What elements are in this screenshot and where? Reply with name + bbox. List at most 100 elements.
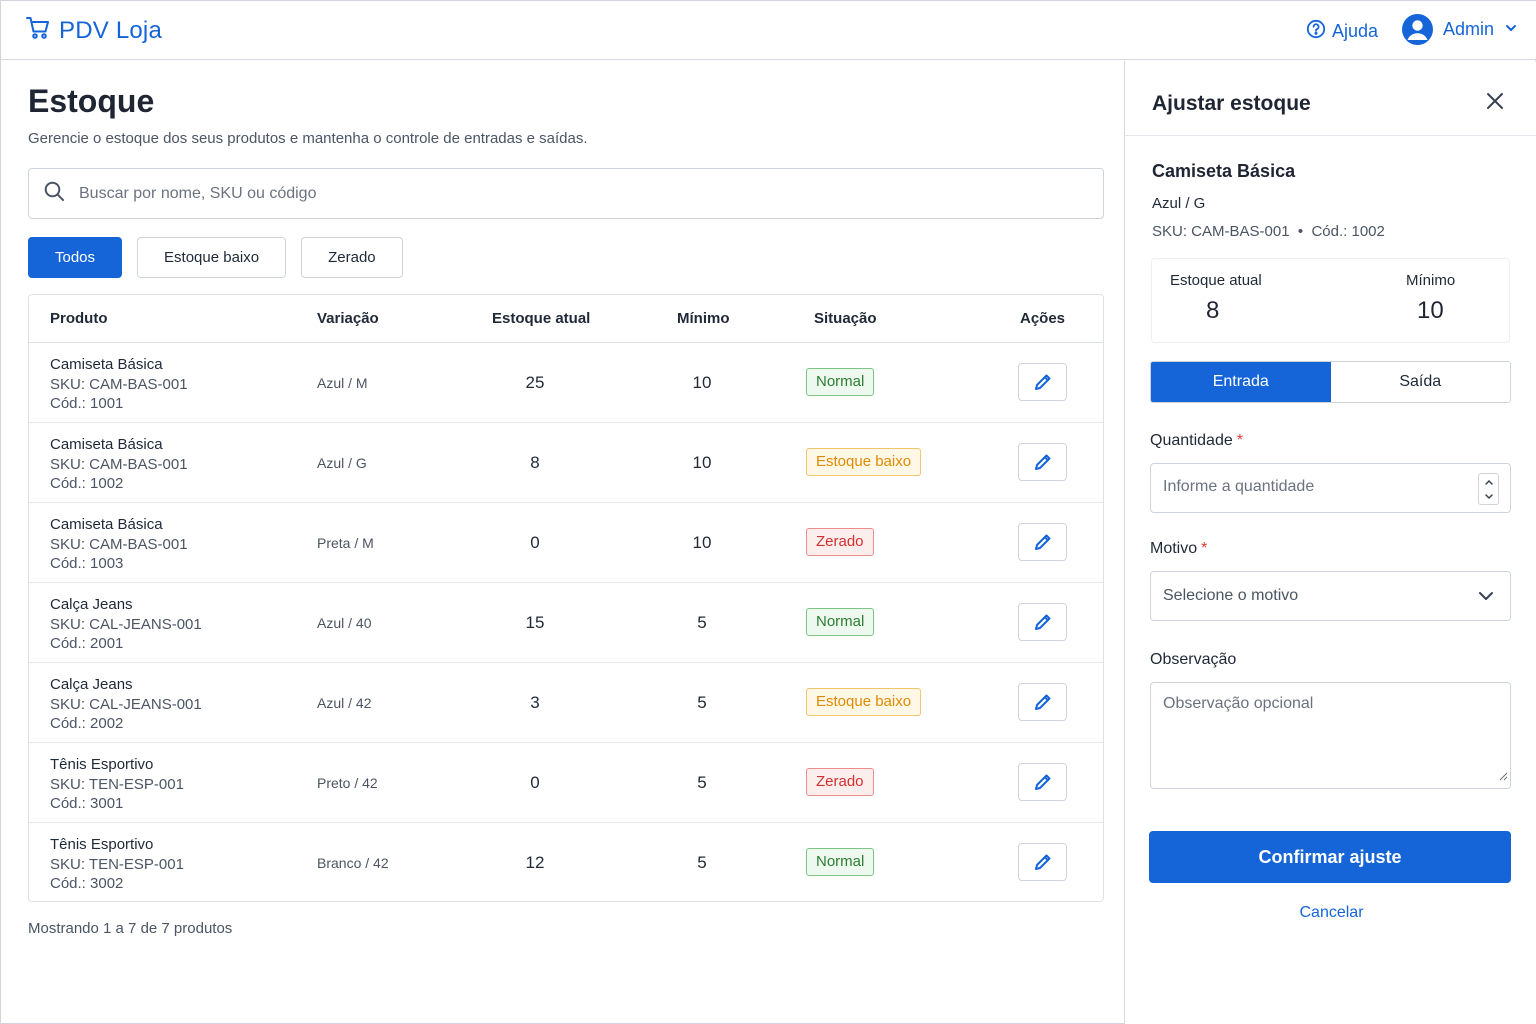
user-menu[interactable]: Admin — [1402, 14, 1518, 45]
product-code: Cód.: 2001 — [50, 635, 124, 652]
edit-button[interactable] — [1018, 363, 1067, 401]
help-circle-icon — [1306, 19, 1326, 44]
header-estoque-atual: Estoque atual — [492, 310, 591, 327]
product-cell: Camiseta Básica SKU: CAM-BAS-001 Cód.: 100… — [50, 435, 188, 494]
variation-cell: Preto / 42 — [317, 775, 378, 791]
pencil-icon — [1033, 452, 1053, 472]
minimum-stock-value: 10 — [1417, 297, 1444, 324]
pencil-icon — [1033, 372, 1053, 392]
product-name: Calça Jeans — [50, 596, 133, 613]
brand-name: PDV Loja — [59, 16, 162, 44]
reason-label: Motivo * — [1150, 540, 1207, 558]
variation-cell: Azul / 40 — [317, 615, 372, 631]
quantity-input[interactable] — [1163, 478, 1463, 496]
cancel-link[interactable]: Cancelar — [1125, 904, 1536, 922]
required-marker: * — [1236, 432, 1243, 449]
product-cell: Tênis Esportivo SKU: TEN-ESP-001 Cód.: 300… — [50, 755, 184, 814]
minimum-cell: 5 — [697, 693, 707, 712]
current-stock-cell: 0 — [530, 773, 540, 792]
header-variacao: Variação — [317, 310, 379, 327]
variation-cell: Azul / 42 — [317, 695, 372, 711]
product-name: Camiseta Básica — [50, 436, 163, 453]
confirm-adjust-button[interactable]: Confirmar ajuste — [1149, 831, 1511, 883]
product-name: Camiseta Básica — [50, 356, 163, 373]
product-sku: SKU: CAM-BAS-001 — [50, 455, 188, 473]
product-sku: SKU: CAM-BAS-001 — [50, 535, 188, 553]
user-name: Admin — [1443, 19, 1495, 39]
product-name: Camiseta Básica — [50, 516, 163, 533]
edit-button[interactable] — [1018, 683, 1067, 721]
search-box[interactable] — [28, 168, 1104, 219]
close-icon[interactable] — [1485, 91, 1505, 116]
filter-zero-button[interactable]: Zerado — [301, 237, 403, 278]
note-textarea[interactable] — [1163, 695, 1498, 779]
product-code: Cód.: 3002 — [50, 875, 124, 892]
product-sku: SKU: CAL-JEANS-001 — [50, 615, 202, 633]
product-cell: Calça Jeans SKU: CAL-JEANS-001 Cód.: 2002 — [50, 675, 202, 734]
filter-all-button[interactable]: Todos — [28, 237, 123, 278]
edit-button[interactable] — [1018, 523, 1067, 561]
product-sku: SKU: CAM-BAS-001 — [50, 375, 188, 393]
page-title: Estoque — [28, 83, 155, 119]
product-code: Cód.: 2002 — [50, 715, 124, 732]
stepper-down-icon[interactable] — [1479, 489, 1498, 504]
movement-type-toggle: Entrada Saída — [1150, 361, 1511, 403]
selected-product-variation: Azul / G — [1152, 195, 1206, 212]
variation-cell: Azul / G — [317, 455, 367, 471]
entrada-tab[interactable]: Entrada — [1151, 362, 1331, 402]
chevron-down-icon — [1504, 19, 1518, 40]
user-icon — [1407, 20, 1428, 40]
note-label: Observação — [1150, 651, 1237, 668]
search-input[interactable] — [79, 184, 1039, 203]
resize-handle-icon[interactable] — [1498, 768, 1508, 786]
current-stock-cell: 12 — [525, 853, 545, 872]
adjust-stock-panel: Ajustar estoque Camiseta Básica Azul / G… — [1124, 61, 1536, 1024]
status-badge: Normal — [806, 848, 875, 876]
page-subtitle: Gerencie o estoque dos seus produtos e m… — [28, 130, 588, 147]
panel-title: Ajustar estoque — [1152, 92, 1311, 115]
selected-product-ids: SKU: CAM-BAS-001 • Cód.: 1002 — [1152, 223, 1385, 240]
edit-button[interactable] — [1018, 843, 1067, 881]
product-code: Cód.: 1001 — [50, 395, 124, 412]
pagination-info: Mostrando 1 a 7 de 7 produtos — [28, 920, 233, 937]
product-sku: SKU: TEN-ESP-001 — [50, 855, 184, 873]
edit-button[interactable] — [1018, 443, 1067, 481]
quantity-label-text: Quantidade — [1150, 432, 1233, 449]
help-label: Ajuda — [1332, 21, 1379, 41]
stepper-up-icon[interactable] — [1479, 474, 1498, 489]
table-row: Camiseta Básica SKU: CAM-BAS-001 Cód.: 100… — [29, 503, 1103, 583]
table-row: Camiseta Básica SKU: CAM-BAS-001 Cód.: 100… — [29, 423, 1103, 503]
current-stock-value: 8 — [1206, 297, 1220, 324]
header-acoes: Ações — [1020, 310, 1066, 327]
help-link[interactable]: Ajuda — [1306, 19, 1378, 44]
brand-logo[interactable]: PDV Loja — [25, 15, 162, 46]
status-badge: Zerado — [806, 768, 874, 796]
product-name: Tênis Esportivo — [50, 756, 154, 773]
current-stock-cell: 25 — [525, 373, 545, 392]
edit-button[interactable] — [1018, 763, 1067, 801]
current-stock-label: Estoque atual — [1170, 272, 1262, 289]
filter-group: Todos Estoque baixo Zerado — [28, 237, 403, 278]
status-badge: Estoque baixo — [806, 688, 922, 716]
reason-select[interactable]: Selecione o motivo — [1150, 571, 1511, 621]
note-field — [1150, 682, 1511, 789]
product-name: Calça Jeans — [50, 676, 133, 693]
status-badge: Estoque baixo — [806, 448, 922, 476]
pencil-icon — [1033, 772, 1053, 792]
required-marker: * — [1201, 540, 1208, 557]
pencil-icon — [1033, 692, 1053, 712]
quantity-stepper[interactable] — [1478, 473, 1499, 505]
header-produto: Produto — [50, 310, 108, 327]
saida-tab[interactable]: Saída — [1330, 362, 1510, 402]
product-cell: Tênis Esportivo SKU: TEN-ESP-001 Cód.: 300… — [50, 835, 184, 894]
panel-header: Ajustar estoque — [1125, 61, 1536, 136]
avatar — [1402, 14, 1433, 45]
app-window: PDV Loja Ajuda Admin Estoque Gerencie o … — [0, 0, 1536, 1024]
stock-summary-card: Estoque atual 8 Mínimo 10 — [1151, 258, 1510, 343]
edit-button[interactable] — [1018, 603, 1067, 641]
filter-low-stock-button[interactable]: Estoque baixo — [137, 237, 287, 278]
variation-cell: Preta / M — [317, 535, 374, 551]
product-code: Cód.: 1002 — [50, 475, 124, 492]
current-stock-cell: 0 — [530, 533, 540, 552]
minimum-stock-label: Mínimo — [1406, 272, 1456, 289]
